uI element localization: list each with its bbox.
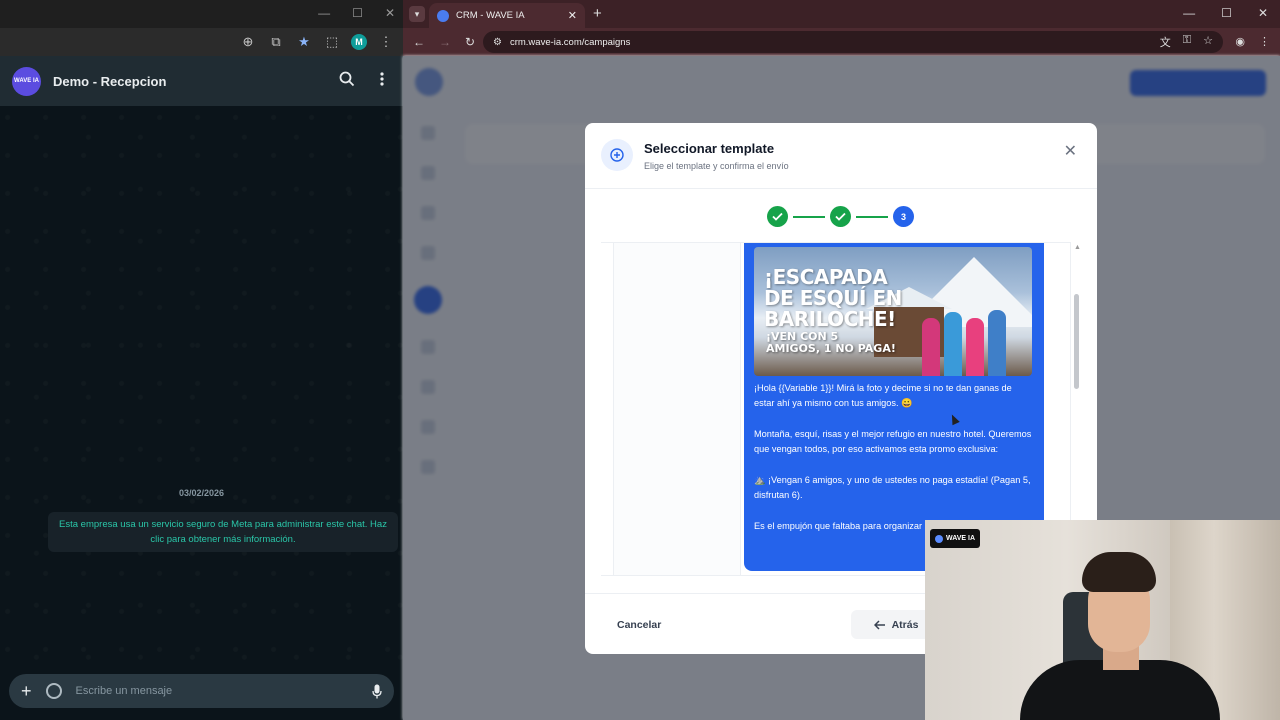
tab-favicon [437,9,449,22]
minimize-icon[interactable]: — [318,6,330,20]
new-tab-icon[interactable]: + [593,5,602,22]
step-connector [856,215,888,218]
template-message-text: ¡Hola {{Variable 1}}! Mirá la foto y dec… [754,381,1034,534]
install-app-icon[interactable]: ⧉ [267,33,285,51]
webcam-overlay: WAVE IA [925,520,1280,720]
skier [944,312,962,376]
maximize-icon[interactable]: ☐ [352,6,363,20]
step-connector [793,215,825,218]
message-paragraph: Montaña, esquí, risas y el mejor refugio… [754,428,1032,455]
message-composer: + Escribe un mensaje [9,674,394,708]
promo-title: ¡ESCAPADA DE ESQUÍ EN BARILOCHE! [764,265,902,331]
step-2-check-icon [830,206,851,227]
step-1-check-icon [767,206,788,227]
chat-header: WAVE IA Demo - Recepcion [0,56,403,106]
left-titlebar: — ☐ ✕ [0,0,403,28]
omnibox[interactable]: ⚙ crm.wave-ia.com/campaigns 文 ⚿ ☆ [483,31,1223,53]
chat-avatar[interactable]: WAVE IA [12,66,41,96]
screen: — ☐ ✕ ⊕ ⧉ ★ ⬚ M ⋮ WAVE IA Demo - Recepci… [0,0,1280,720]
left-toolbar: ⊕ ⧉ ★ ⬚ M ⋮ [0,28,403,56]
step-3: 3 [893,206,914,227]
add-circle-icon [601,139,633,171]
whatsapp-window: — ☐ ✕ ⊕ ⧉ ★ ⬚ M ⋮ WAVE IA Demo - Recepci… [0,0,403,720]
bookmark-star-icon[interactable]: ★ [295,33,313,51]
right-window-controls: — ☐ ✕ [1183,6,1268,20]
message-paragraph: ⛰️ ¡Vengan 6 amigos, y uno de ustedes no… [754,474,1031,501]
menu-kebab-icon[interactable]: ⋮ [1259,35,1270,48]
system-notice[interactable]: Esta empresa usa un servicio seguro de M… [48,512,398,552]
minimize-icon[interactable]: — [1183,6,1195,20]
translate-icon[interactable]: 文 [1160,34,1171,50]
tab-search-dropdown-icon[interactable]: ▾ [409,6,425,22]
site-info-icon[interactable]: ⚙ [493,37,502,48]
profile-icon[interactable]: ◉ [1235,35,1245,48]
close-icon[interactable]: ✕ [385,6,395,20]
skier [922,318,940,376]
arrow-left-icon [873,619,885,630]
chat-body [0,106,403,674]
modal-subtitle: Elige el template y confirma el envío [644,161,789,171]
modal-header: Seleccionar template Elige el template y… [585,123,1097,189]
attach-plus-icon[interactable]: + [21,681,32,702]
tab-close-icon[interactable]: ✕ [568,9,577,22]
logo-mark-icon [935,534,943,543]
more-options-icon[interactable] [379,71,385,87]
url-text[interactable]: crm.wave-ia.com/campaigns [510,37,1160,48]
scroll-up-arrow-icon[interactable]: ▲ [1074,244,1081,251]
message-input[interactable]: Escribe un mensaje [76,685,372,697]
stepper: 3 [767,206,914,227]
zoom-icon[interactable]: ⊕ [239,33,257,51]
password-key-icon[interactable]: ⚿ [1183,34,1191,50]
preview-left-column [613,243,741,575]
modal-title: Seleccionar template [644,141,775,156]
cancel-button[interactable]: Cancelar [617,619,661,631]
promo-image: ¡ESCAPADA DE ESQUÍ EN BARILOCHE! ¡VEN CO… [754,247,1032,376]
chat-name[interactable]: Demo - Recepcion [53,74,166,89]
logo-text: WAVE IA [946,535,976,542]
omnibox-actions: 文 ⚿ ☆ [1160,34,1213,50]
extensions-icon[interactable]: ⬚ [323,33,341,51]
back-arrow-icon[interactable]: ← [413,35,425,49]
reload-icon[interactable]: ↻ [465,35,475,49]
nav-buttons: ← → ↻ [413,35,475,49]
tab-crm[interactable]: CRM - WAVE IA ✕ [429,3,585,28]
promo-subtitle: ¡VEN CON 5 AMIGOS, 1 NO PAGA! [766,330,896,355]
back-button-label: Atrás [891,618,919,631]
emoji-icon[interactable] [45,683,62,699]
close-icon[interactable]: ✕ [1064,141,1077,161]
skier [988,310,1006,376]
close-icon[interactable]: ✕ [1258,6,1268,20]
message-paragraph: ¡Hola {{Variable 1}}! Mirá la foto y dec… [754,383,1012,409]
search-icon[interactable] [339,71,355,87]
scrollbar-thumb[interactable] [1074,294,1079,389]
forward-arrow-icon[interactable]: → [439,35,451,49]
tab-strip: ▾ CRM - WAVE IA ✕ + — ☐ ✕ [403,0,1280,28]
microphone-icon[interactable] [372,684,382,699]
skier [966,318,984,376]
tab-title: CRM - WAVE IA [456,10,525,21]
date-chip: 03/02/2026 [178,488,225,498]
profile-avatar[interactable]: M [351,34,367,50]
bookmark-star-icon[interactable]: ☆ [1203,34,1213,50]
wave-ia-logo: WAVE IA [930,529,981,548]
chat-header-actions [339,71,385,87]
browser-actions: ◉ ⋮ [1235,35,1270,48]
menu-kebab-icon[interactable]: ⋮ [377,33,395,51]
left-window-controls: — ☐ ✕ [318,6,395,20]
maximize-icon[interactable]: ☐ [1221,6,1232,20]
address-toolbar: ← → ↻ ⚙ crm.wave-ia.com/campaigns 文 ⚿ ☆ … [403,28,1280,56]
presenter-hair [1082,552,1156,592]
